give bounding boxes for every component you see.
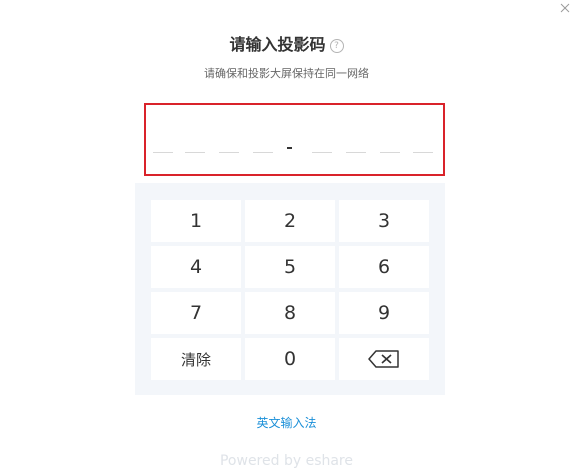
code-slot: [413, 152, 433, 153]
code-slot: [312, 152, 332, 153]
code-slot: [346, 152, 366, 153]
code-slot: [153, 152, 173, 153]
backspace-button[interactable]: [339, 338, 429, 380]
dialog-title: 请输入投影码: [229, 35, 326, 54]
close-icon[interactable]: [558, 0, 572, 14]
code-slot: [253, 152, 273, 153]
numeric-keypad: 1 2 3 4 5 6 7 8 9 清除 0: [135, 183, 445, 395]
key-3[interactable]: 3: [339, 200, 429, 242]
code-slot: [380, 152, 400, 153]
key-0[interactable]: 0: [245, 338, 335, 380]
key-4[interactable]: 4: [151, 246, 241, 288]
code-slot: [219, 152, 239, 153]
key-9[interactable]: 9: [339, 292, 429, 334]
key-6[interactable]: 6: [339, 246, 429, 288]
powered-by-footer: Powered by eshare: [219, 453, 353, 469]
projection-code-dialog: 请输入投影码? 请确保和投影大屏保持在同一网络 1 2 3 4 5 6 7 8 …: [0, 0, 573, 472]
help-icon[interactable]: ?: [329, 39, 344, 53]
key-8[interactable]: 8: [245, 292, 335, 334]
key-2[interactable]: 2: [245, 200, 335, 242]
dialog-title-row: 请输入投影码?: [0, 34, 573, 56]
code-separator: [287, 147, 292, 149]
clear-button[interactable]: 清除: [151, 338, 241, 380]
english-input-method-link[interactable]: 英文输入法: [0, 415, 573, 431]
key-5[interactable]: 5: [245, 246, 335, 288]
projection-code-input[interactable]: [144, 103, 445, 176]
key-1[interactable]: 1: [151, 200, 241, 242]
backspace-icon: [367, 349, 401, 369]
code-slot: [185, 152, 205, 153]
key-7[interactable]: 7: [151, 292, 241, 334]
dialog-subtitle: 请确保和投影大屏保持在同一网络: [204, 67, 369, 80]
